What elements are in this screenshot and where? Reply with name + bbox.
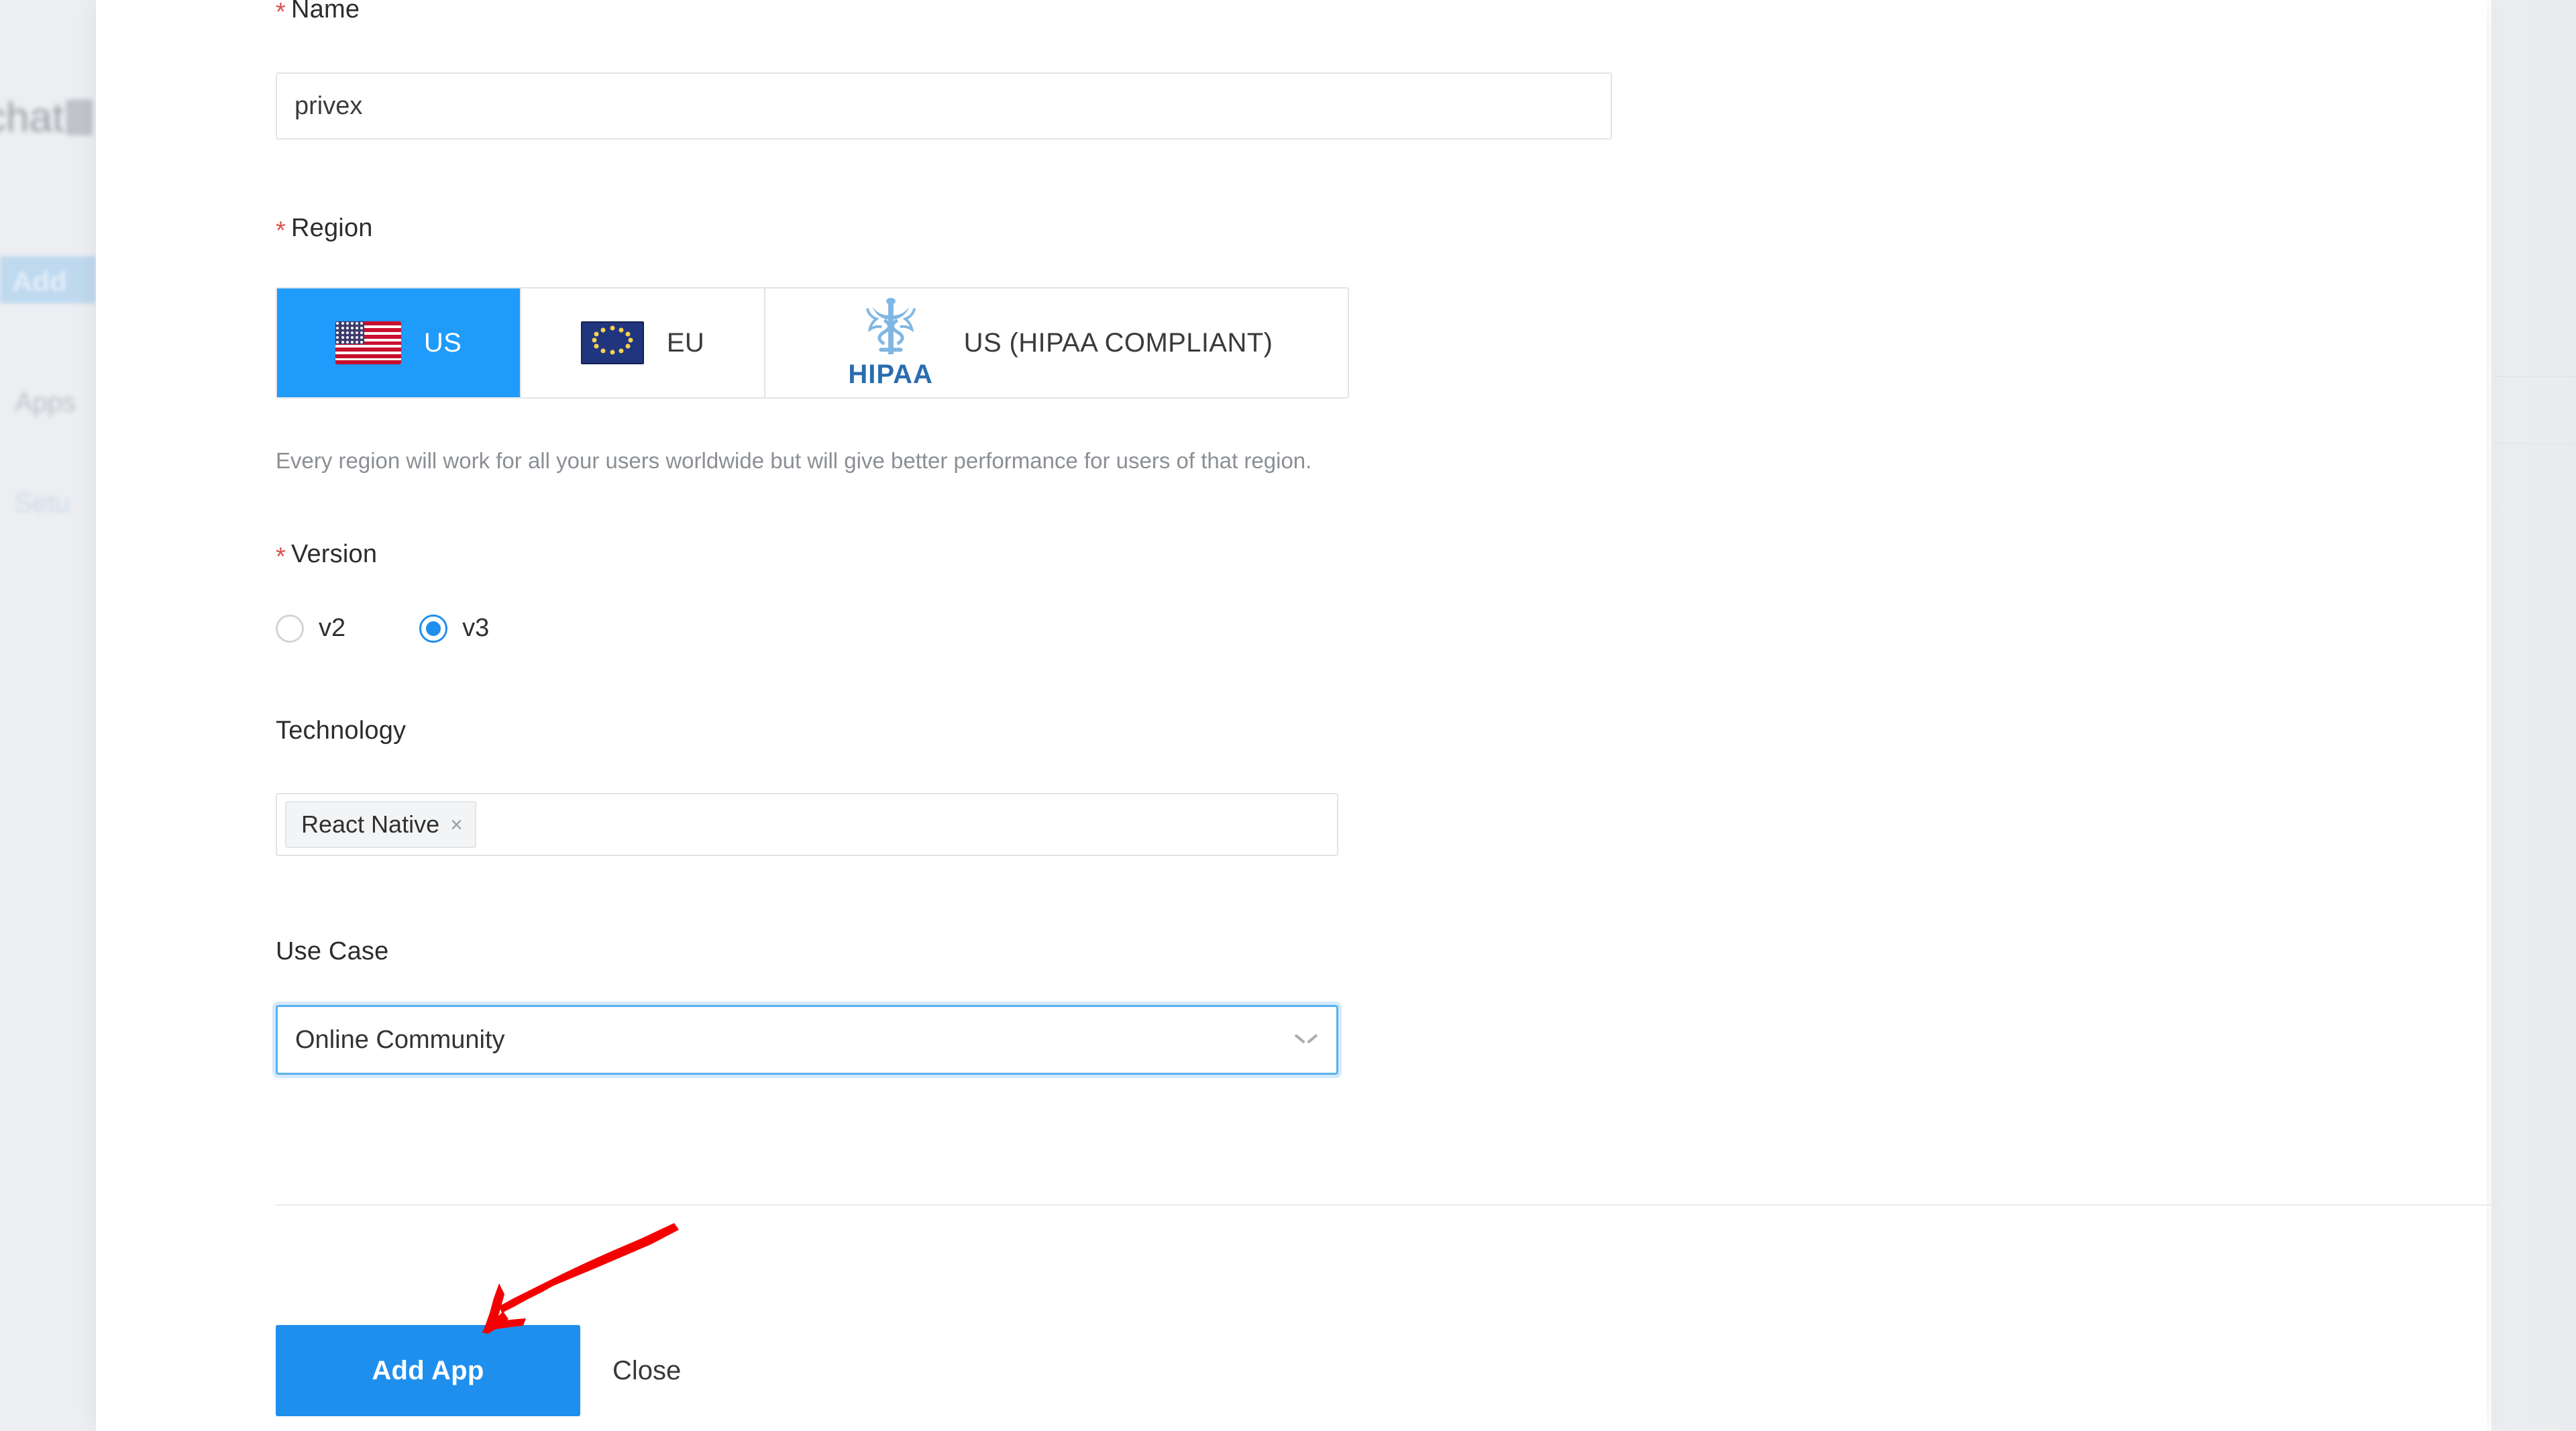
technology-tag-react-native[interactable]: React Native × [285,801,476,848]
name-input[interactable] [276,72,1612,140]
hipaa-logo-icon: HIPAA [841,298,941,388]
radio-circle-unchecked-icon [276,614,304,643]
eu-flag-icon [580,321,644,364]
technology-tag-input[interactable]: React Native × [276,793,1338,856]
background-right-divider-2 [2494,443,2576,444]
background-right-divider-1 [2494,376,2576,377]
name-label-text: Name [291,0,360,23]
background-app-title: chat [0,95,64,141]
required-asterisk-name: * [276,0,286,26]
version-radio-v3-label: v3 [462,614,490,642]
version-radio-group: v2 v3 [276,614,489,643]
hipaa-wordmark: HIPAA [848,360,933,389]
tag-remove-icon[interactable]: × [450,814,463,835]
background-nav-item-setup: Setu [15,488,70,518]
footer-divider [276,1204,2501,1206]
region-option-us[interactable]: US [277,288,521,397]
region-option-us-label: US [423,327,462,358]
use-case-field-label: Use Case [276,937,389,965]
us-flag-icon [335,321,401,364]
background-app-logo [66,99,93,136]
background-right-panel [2491,0,2576,1431]
add-app-modal: *Name *Region [96,0,2501,1431]
background-sidebar [0,0,96,1431]
region-option-eu[interactable]: EU [521,288,765,397]
technology-field-label: Technology [276,717,407,745]
version-label-text: Version [291,540,378,568]
version-radio-v3[interactable]: v3 [419,614,489,643]
required-asterisk-version: * [276,543,286,571]
region-option-hipaa-label: US (HIPAA COMPLIANT) [963,327,1273,358]
region-field-label: * Region [276,214,373,245]
chevron-down-icon[interactable] [1296,1034,1316,1046]
screenshot-root: chat Add Apps Setu *Name *Region [0,0,2576,1431]
technology-tag-label: React Native [301,810,440,838]
region-helper-text: Every region will work for all your user… [276,448,1312,473]
background-nav-item-apps: Apps [15,388,76,417]
name-field-label: * Name [276,0,360,26]
background-nav-item-add: Add [12,266,67,297]
required-asterisk-region: * [276,217,286,245]
region-label-text: Region [291,214,373,242]
radio-circle-checked-icon [419,614,448,643]
version-radio-v2-label: v2 [319,614,346,642]
version-field-label: * Version [276,540,378,571]
region-option-eu-label: EU [666,327,705,358]
region-option-group: US EU HIPAA US (HIPAA COMPLIANT) [276,287,1349,399]
region-option-hipaa[interactable]: HIPAA US (HIPAA COMPLIANT) [765,288,1348,397]
use-case-select[interactable]: Online Community [276,1005,1338,1075]
add-app-button[interactable]: Add App [276,1325,580,1416]
close-button[interactable]: Close [612,1325,681,1416]
modal-body: *Name *Region [96,0,2501,1431]
use-case-selected-value: Online Community [295,1025,505,1054]
version-radio-v2[interactable]: v2 [276,614,345,643]
